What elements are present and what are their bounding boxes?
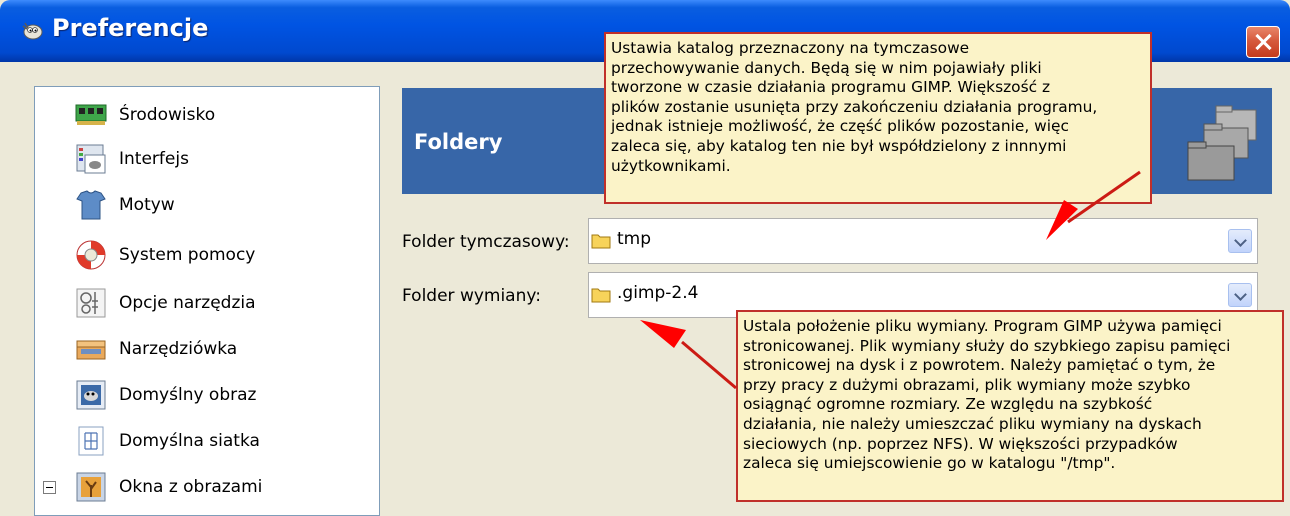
sidebar-item-interfejs[interactable]: Interfejs (35, 137, 379, 181)
toolbox-icon (76, 340, 106, 360)
interface-window-icon (76, 144, 106, 174)
chevron-down-icon[interactable] (1228, 283, 1252, 307)
sidebar-item-opcje-narzedzia[interactable]: Opcje narzędzia (35, 281, 379, 325)
sidebar-item-label: System pomocy (119, 245, 256, 265)
folder-icon (591, 234, 611, 249)
grid-icon (78, 426, 104, 456)
temp-folder-label: Folder tymczasowy: (402, 232, 570, 252)
theme-shirt-icon (76, 190, 106, 220)
sidebar-item-domyslna-siatka[interactable]: Domyślna siatka (35, 419, 379, 463)
sidebar-item-narzedziowka[interactable]: Narzędziówka (35, 327, 379, 371)
collapse-expander-icon[interactable] (43, 481, 56, 494)
window-title: Preferencje (52, 14, 209, 42)
sidebar-item-motyw[interactable]: Motyw (35, 183, 379, 227)
preferences-category-list[interactable]: Środowisko Interfejs Motyw System pomocy… (34, 86, 380, 516)
swap-folder-label: Folder wymiany: (402, 286, 541, 306)
tool-options-icon (76, 288, 106, 318)
lifebuoy-icon (76, 240, 106, 270)
sidebar-item-srodowisko[interactable]: Środowisko (35, 93, 379, 137)
sidebar-item-label: Domyślna siatka (119, 431, 260, 451)
swap-folder-callout: Ustala położenie pliku wymiany. Program … (736, 310, 1284, 502)
sidebar-item-domyslny-obraz[interactable]: Domyślny obraz (35, 373, 379, 417)
folder-icon (591, 288, 611, 303)
sidebar-item-label: Interfejs (119, 149, 189, 169)
sidebar-item-label: Motyw (119, 195, 175, 215)
section-title: Foldery (414, 130, 503, 154)
gimp-logo-icon (22, 22, 43, 40)
swap-callout-arrow (640, 320, 737, 390)
sidebar-item-system-pomocy[interactable]: System pomocy (35, 233, 379, 277)
swap-folder-value: .gimp-2.4 (617, 283, 699, 303)
temp-folder-combo[interactable]: tmp (588, 218, 1258, 264)
preferences-window: Preferencje Środowisko Interfejs Motyw S… (0, 0, 1290, 516)
sidebar-item-label: Okna z obrazami (119, 477, 263, 497)
sidebar-item-label: Opcje narzędzia (119, 293, 256, 313)
default-image-icon (76, 380, 106, 410)
image-windows-icon (76, 472, 106, 502)
sidebar-item-label: Domyślny obraz (119, 385, 257, 405)
close-button[interactable] (1246, 26, 1280, 58)
temp-folder-callout: Ustawia katalog przeznaczony na tymczaso… (604, 32, 1152, 204)
sidebar-item-okna-z-obrazami[interactable]: Okna z obrazami (35, 465, 379, 509)
temp-folder-value: tmp (617, 229, 652, 249)
memory-chip-icon (75, 104, 107, 125)
sidebar-item-label: Narzędziówka (119, 339, 238, 359)
chevron-down-icon[interactable] (1228, 229, 1252, 253)
sidebar-item-label: Środowisko (119, 105, 216, 125)
folders-icon (1187, 105, 1257, 181)
